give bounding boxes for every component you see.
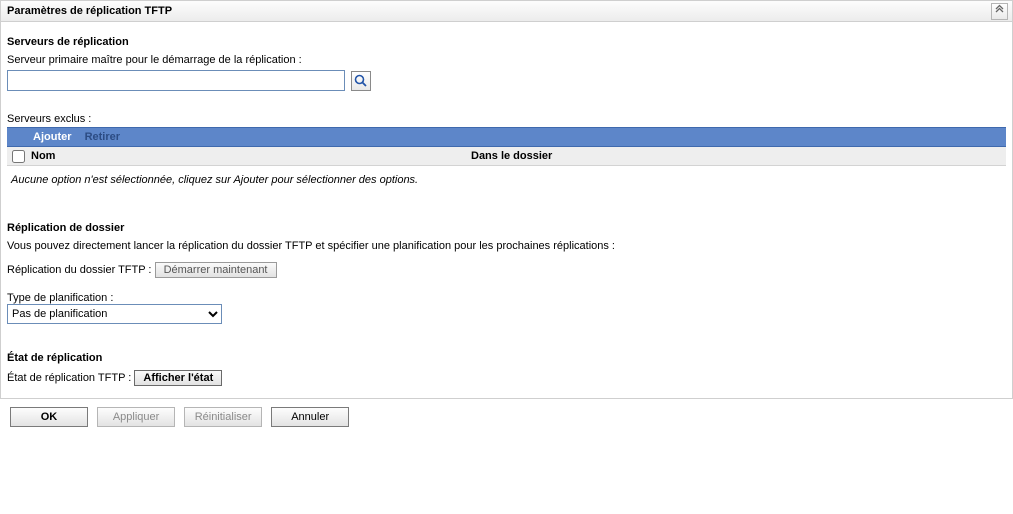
apply-button[interactable]: Appliquer: [97, 407, 175, 427]
schedule-type-select[interactable]: Pas de planification: [7, 304, 222, 324]
panel-header: Paramètres de réplication TFTP: [0, 0, 1013, 22]
add-link[interactable]: Ajouter: [33, 131, 72, 143]
ok-button[interactable]: OK: [10, 407, 88, 427]
select-all-checkbox[interactable]: [12, 150, 25, 163]
remove-link[interactable]: Retirer: [85, 131, 120, 143]
cancel-button[interactable]: Annuler: [271, 407, 349, 427]
excluded-grid-empty: Aucune option n'est sélectionnée, clique…: [7, 166, 1006, 214]
excluded-toolbar: Ajouter Retirer: [7, 127, 1006, 147]
search-icon: [353, 73, 369, 89]
lookup-button[interactable]: [351, 71, 371, 91]
servers-heading: Serveurs de réplication: [7, 36, 1006, 48]
column-name: Nom: [29, 147, 471, 165]
excluded-grid-header: Nom Dans le dossier: [7, 147, 1006, 166]
column-folder: Dans le dossier: [471, 147, 1006, 165]
schedule-type-label: Type de planification :: [7, 292, 1006, 304]
panel-body: Serveurs de réplication Serveur primaire…: [0, 22, 1013, 399]
status-heading: État de réplication: [7, 352, 1006, 364]
collapse-icon[interactable]: [991, 3, 1008, 20]
primary-server-row: [7, 70, 1006, 91]
bottom-button-bar: OK Appliquer Réinitialiser Annuler: [0, 399, 1013, 435]
excluded-servers-label: Serveurs exclus :: [7, 113, 1006, 125]
folder-replicate-label: Réplication du dossier TFTP :: [7, 264, 152, 276]
reset-button[interactable]: Réinitialiser: [184, 407, 262, 427]
primary-server-label: Serveur primaire maître pour le démarrag…: [7, 54, 1006, 66]
folder-replicate-row: Réplication du dossier TFTP : Démarrer m…: [7, 262, 1006, 278]
folder-desc: Vous pouvez directement lancer la réplic…: [7, 240, 1006, 252]
status-row: État de réplication TFTP : Afficher l'ét…: [7, 370, 1006, 386]
folder-heading: Réplication de dossier: [7, 222, 1006, 234]
status-label: État de réplication TFTP :: [7, 372, 131, 384]
show-status-button[interactable]: Afficher l'état: [134, 370, 222, 386]
primary-server-input[interactable]: [7, 70, 345, 91]
start-now-button[interactable]: Démarrer maintenant: [155, 262, 277, 278]
panel-title: Paramètres de réplication TFTP: [7, 5, 172, 17]
header-checkbox-cell: [7, 147, 29, 165]
